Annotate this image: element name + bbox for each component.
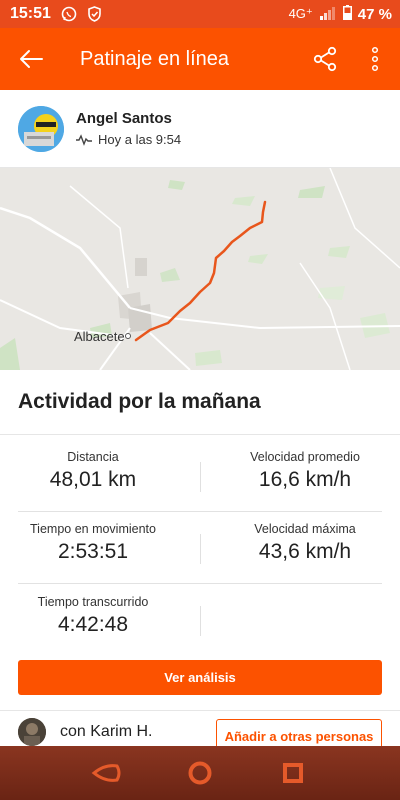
view-analysis-button[interactable]: Ver análisis — [18, 660, 382, 695]
stat-separator — [200, 534, 201, 564]
nav-recents-button[interactable] — [273, 753, 313, 793]
stat-value: 2:53:51 — [57, 540, 129, 563]
stat-value: 43,6 km/h — [258, 540, 352, 563]
battery-icon — [342, 5, 352, 23]
avatar[interactable] — [18, 105, 64, 152]
stat-distance: Distancia 48,01 km — [8, 450, 178, 492]
whatsapp-icon — [61, 6, 77, 22]
more-vert-icon — [371, 46, 379, 72]
nav-back-button[interactable] — [87, 753, 127, 793]
row-divider — [18, 583, 382, 584]
stat-max-speed: Velocidad máxima 43,6 km/h — [220, 522, 390, 564]
stat-label: Tiempo transcurrido — [37, 595, 149, 609]
stat-value: 4:42:48 — [57, 613, 129, 636]
activity-date: Hoy a las 9:54 — [76, 132, 181, 147]
stat-label: Tiempo en movimiento — [30, 522, 156, 536]
companion-name[interactable]: con Karim H. — [60, 723, 152, 741]
stat-elapsed-time: Tiempo transcurrido 4:42:48 — [8, 595, 178, 637]
athlete-info: Angel Santos Hoy a las 9:54 — [76, 110, 181, 147]
route-map[interactable]: Albacete — [0, 168, 400, 370]
share-icon — [313, 46, 337, 72]
companion-avatar[interactable] — [18, 718, 46, 746]
page-title: Patinaje en línea — [80, 47, 230, 70]
activity-title: Actividad por la mañana — [18, 390, 261, 413]
nav-home-button[interactable] — [180, 753, 220, 793]
stat-moving-time: Tiempo en movimiento 2:53:51 — [8, 522, 178, 564]
city-marker — [125, 333, 131, 339]
status-right: 4G⁺ 47 % — [289, 5, 392, 23]
status-bar: 15:51 4G⁺ 47 % — [0, 0, 400, 28]
activity-pulse-icon — [76, 133, 92, 146]
divider — [0, 434, 400, 435]
back-button[interactable] — [0, 28, 62, 90]
map-city-label: Albacete — [74, 329, 125, 344]
row-divider — [18, 511, 382, 512]
system-nav-bar — [0, 746, 400, 800]
back-triangle-icon — [91, 764, 121, 782]
stat-label: Velocidad promedio — [250, 450, 360, 464]
app-bar: Patinaje en línea — [0, 28, 400, 90]
more-options-button[interactable] — [350, 28, 400, 90]
stat-separator — [200, 462, 201, 492]
network-type: 4G⁺ — [288, 6, 313, 21]
battery-percent: 47 % — [357, 5, 392, 23]
share-button[interactable] — [300, 28, 350, 90]
stat-avg-speed: Velocidad promedio 16,6 km/h — [220, 450, 390, 492]
athlete-name[interactable]: Angel Santos — [76, 110, 181, 127]
stat-value: 16,6 km/h — [258, 468, 352, 491]
recents-square-icon — [283, 763, 304, 783]
home-circle-icon — [188, 761, 212, 785]
status-time: 15:51 — [10, 5, 51, 22]
stat-separator — [200, 606, 201, 636]
stat-value: 48,01 km — [49, 468, 137, 491]
activity-time-text: Hoy a las 9:54 — [98, 132, 182, 147]
stat-label: Velocidad máxima — [254, 522, 356, 536]
divider — [0, 710, 400, 711]
stat-label: Distancia — [67, 450, 119, 464]
shield-icon — [87, 6, 102, 22]
signal-icon — [319, 6, 337, 23]
athlete-header[interactable]: Angel Santos Hoy a las 9:54 — [0, 90, 400, 168]
back-arrow-icon — [20, 50, 43, 68]
